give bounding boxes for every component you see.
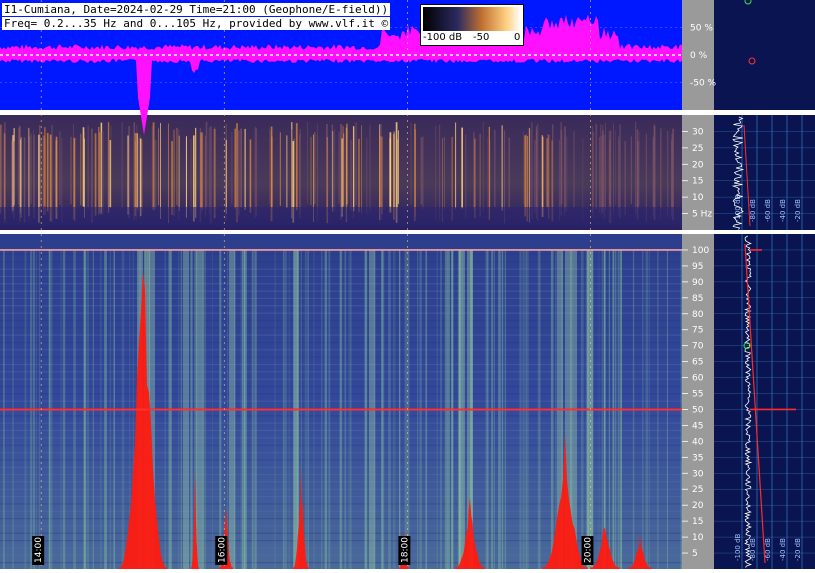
high-tick-label: 90 — [692, 278, 704, 288]
high-tick-label: 70 — [692, 342, 704, 352]
side-panel-top — [714, 0, 815, 110]
spectrogram-chart: 50 %0 %-50 % 30252015105 Hz 100959085807… — [0, 0, 815, 569]
high-tick-label: 35 — [692, 453, 703, 463]
panel-separator-2 — [0, 230, 815, 234]
high-tick-label: 55 — [692, 390, 703, 400]
side-db-label: -20 dB — [794, 199, 802, 222]
high-tick-label: 75 — [692, 326, 703, 336]
high-tick-label: 40 — [692, 437, 704, 447]
low-tick-label: 25 — [692, 144, 703, 154]
side-db-label: -40 dB — [779, 538, 787, 561]
low-tick-label: 20 — [692, 160, 704, 170]
header-title-line: I1-Cumiana, Date=2024-02-29 Time=21:00 (… — [2, 3, 391, 16]
header-frequency-line: Freq= 0.2...35 Hz and 0...105 Hz, provid… — [2, 17, 391, 30]
high-tick-label: 95 — [692, 262, 703, 272]
high-tick-label: 60 — [692, 374, 704, 384]
high-tick-label: 25 — [692, 485, 703, 495]
low-band-dark — [0, 207, 682, 227]
colorbar-label-max: 0 — [514, 32, 521, 43]
high-tick-label: 20 — [692, 501, 704, 511]
low-tick-label: 15 — [692, 177, 703, 187]
waveform-tick-label: 0 % — [690, 51, 708, 61]
high-tick-label: 45 — [692, 421, 703, 431]
high-tick-label: 5 — [692, 549, 698, 559]
low-tick-label: 30 — [692, 127, 704, 137]
high-tick-label: 80 — [692, 310, 704, 320]
colorbar-label-min: -100 dB — [423, 32, 463, 43]
time-label: 20:00 — [583, 537, 593, 563]
high-tick-label: 65 — [692, 358, 703, 368]
high-tick-label: 50 — [692, 405, 704, 415]
side-db-label: -20 dB — [794, 538, 802, 561]
colorbar-legend: -100 dB -50 0 — [420, 4, 524, 46]
colorbar-label-mid: -50 — [473, 32, 490, 43]
low-tick-label: 5 Hz — [692, 210, 712, 220]
high-tick-label: 10 — [692, 533, 704, 543]
low-tick-label: 10 — [692, 193, 704, 203]
time-label: 18:00 — [400, 537, 410, 563]
high-tick-label: 30 — [692, 469, 704, 479]
colorbar-gradient — [423, 7, 521, 31]
high-tick-label: 85 — [692, 294, 703, 304]
time-label: 16:00 — [217, 537, 227, 563]
side-db-label: -60 dB — [764, 199, 772, 222]
side-db-label: -100 dB — [734, 533, 742, 561]
waveform-tick-label: -50 % — [690, 79, 717, 89]
waveform-tick-label: 50 % — [690, 24, 713, 34]
side-db-label: -40 dB — [779, 199, 787, 222]
high-tick-label: 100 — [692, 246, 709, 256]
high-tick-label: 15 — [692, 517, 703, 527]
side-panel-bottom — [714, 234, 815, 569]
vlf-monitor-screen: 50 % 0 % -50 % 30 25 20 15 10 5 Hz 100 95 90 85 80 7… — [0, 0, 815, 569]
time-label: 14:00 — [34, 537, 44, 563]
side-db-label: -80 dB — [749, 199, 757, 222]
